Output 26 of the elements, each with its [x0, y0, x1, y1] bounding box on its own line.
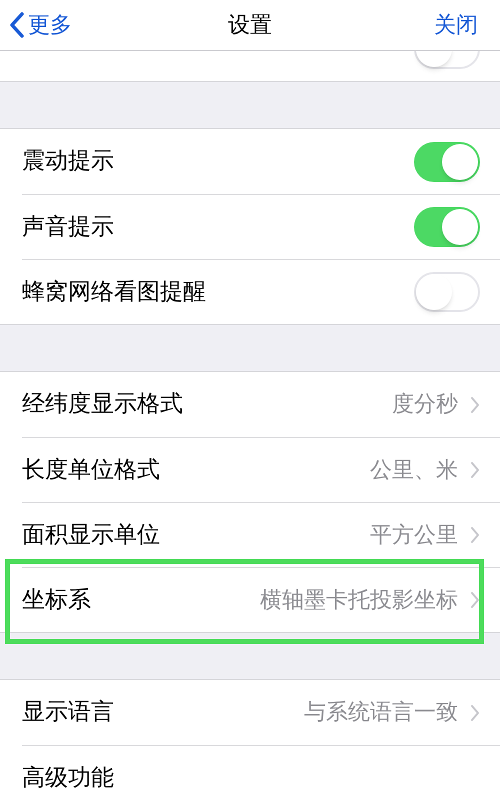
setting-value: 横轴墨卡托投影坐标: [260, 586, 458, 614]
chevron-icon: [470, 461, 480, 479]
setting-label: 坐标系: [22, 586, 91, 615]
setting-value: 公里、米: [370, 456, 458, 484]
setting-label: 高级功能: [22, 764, 114, 793]
toggle-switch[interactable]: [414, 142, 480, 182]
setting-value: 度分秒: [392, 391, 458, 419]
back-icon: [10, 12, 24, 38]
setting-label: 经纬度显示格式: [22, 390, 183, 420]
toggle-switch[interactable]: [414, 272, 480, 312]
back-button[interactable]: 更多: [0, 8, 72, 42]
chevron-icon: [470, 396, 480, 414]
setting-label: 显示语言: [22, 698, 114, 728]
setting-label: 面积显示单位: [22, 520, 160, 550]
setting-label: 长度单位格式: [22, 456, 160, 485]
setting-label: 蜂窝网络看图提醒: [22, 278, 206, 307]
setting-label: 声音提示: [22, 212, 114, 242]
chevron-icon: [470, 704, 480, 722]
chevron-icon: [470, 591, 480, 609]
close-button[interactable]: 关闭: [434, 8, 500, 42]
nav-title: 设置: [228, 12, 272, 40]
setting-value: 与系统语言一致: [304, 699, 458, 727]
toggle-switch[interactable]: [414, 207, 480, 247]
setting-label: 震动提示: [22, 147, 114, 176]
setting-value: 平方公里: [370, 522, 458, 550]
chevron-icon: [470, 526, 480, 544]
